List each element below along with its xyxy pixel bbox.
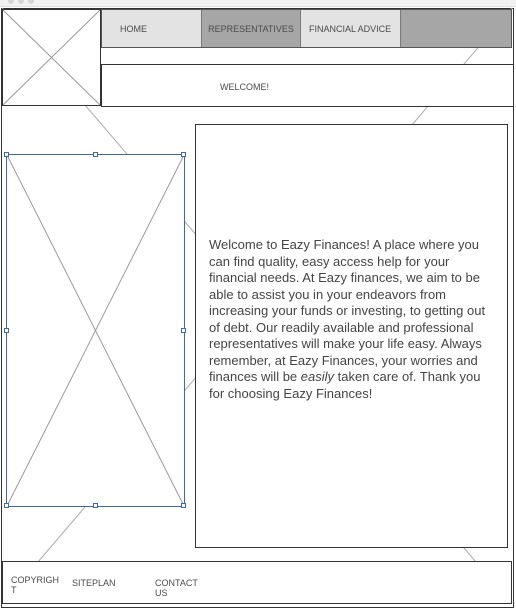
page-footer: COPYRIGHT SITEPLAN CONTACT US [2,561,512,604]
nav-financial-advice-link[interactable]: FINANCIAL ADVICE [301,10,401,47]
image-placeholder-icon [7,155,184,506]
window-title-strip [0,0,516,7]
main-image-placeholder[interactable] [4,152,186,508]
resize-handle-bottom-right[interactable] [181,503,186,508]
welcome-paragraph-intro: Welcome to Eazy Finances! A place where … [209,237,486,384]
footer-siteplan-link[interactable]: SITEPLAN [72,578,116,588]
welcome-text-panel: Welcome to Eazy Finances! A place where … [195,124,508,548]
resize-handle-top-right[interactable] [181,152,186,157]
welcome-paragraph-emphasis: easily [300,369,335,384]
resize-handle-top-left[interactable] [4,152,9,157]
window-dot-icon [8,0,14,4]
resize-handle-left[interactable] [4,328,9,333]
nav-empty-slot [401,10,511,47]
resize-handle-bottom-left[interactable] [4,503,9,508]
wireframe-canvas: HOME REPRESENTATIVES FINANCIAL ADVICE WE… [0,0,516,611]
welcome-paragraph: Welcome to Eazy Finances! A place where … [209,237,499,402]
window-dot-icon [18,0,24,4]
main-navigation: HOME REPRESENTATIVES FINANCIAL ADVICE [101,9,512,48]
welcome-banner: WELCOME! [101,64,514,107]
footer-copyright-link[interactable]: COPYRIGHT [11,575,63,595]
nav-home-link[interactable]: HOME [102,10,202,47]
resize-handle-right[interactable] [181,328,186,333]
logo-placeholder [2,9,101,106]
resize-handle-top[interactable] [93,152,98,157]
resize-handle-bottom[interactable] [93,503,98,508]
nav-representatives-link[interactable]: REPRESENTATIVES [202,10,301,47]
welcome-heading: WELCOME! [220,82,270,92]
window-dot-icon [28,0,34,4]
image-placeholder-icon [3,10,100,105]
footer-contact-link[interactable]: CONTACT US [155,578,201,598]
